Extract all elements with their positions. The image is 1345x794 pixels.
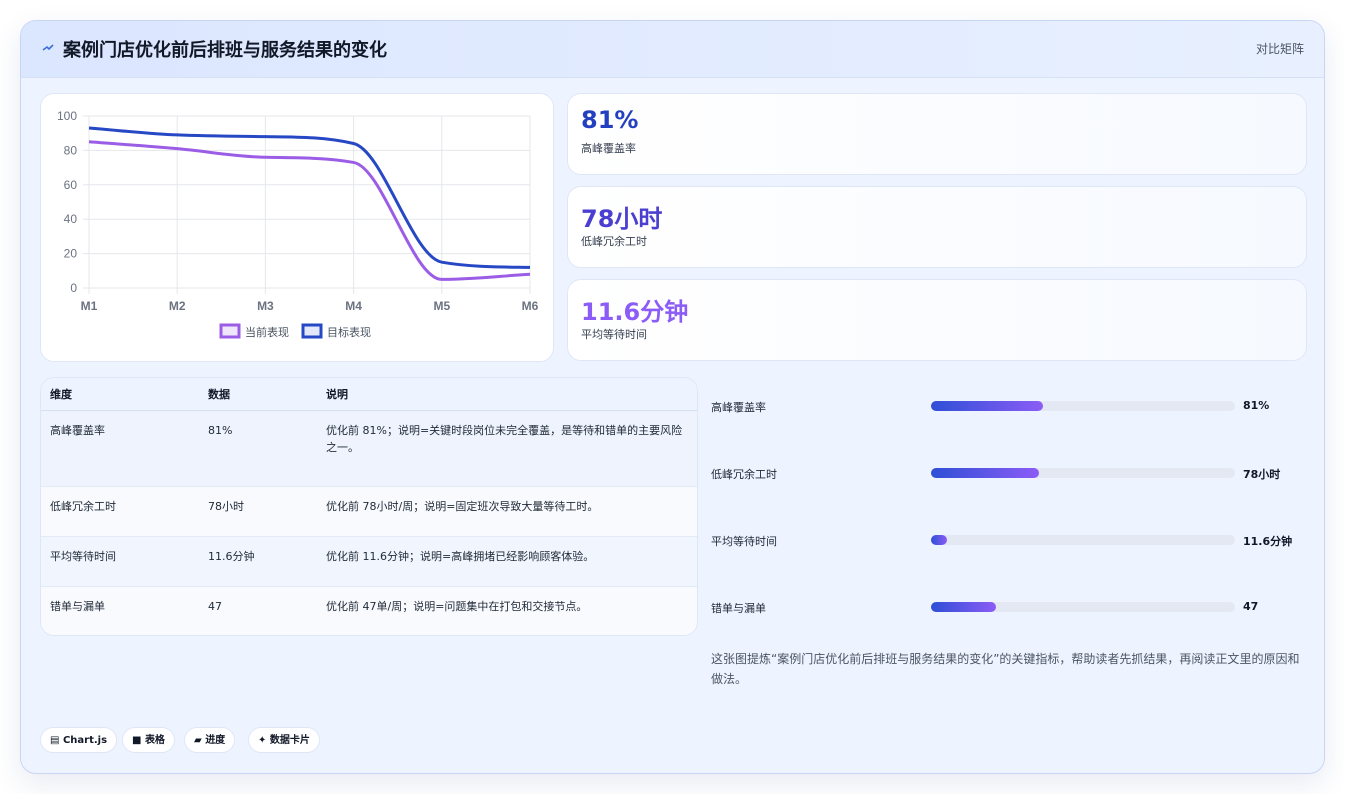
kpi-label: 低峰冗余工时	[581, 235, 647, 248]
series-line-current	[88, 140, 531, 281]
sparkle-icon: ✦	[258, 735, 267, 746]
cell-dimension: 平均等待时间	[41, 536, 199, 587]
progress-label: 平均等待时间	[711, 535, 777, 548]
kpi-label: 平均等待时间	[581, 328, 647, 341]
progress-fill	[931, 602, 997, 612]
column-header: 数据	[199, 378, 317, 411]
progress-track	[931, 602, 1235, 612]
table-header-row: 维度 数据 说明	[41, 378, 697, 411]
kpi-card-wait-time: 11.6分钟 平均等待时间	[567, 279, 1307, 361]
y-tick-label: 0	[70, 281, 77, 295]
page-title: 案例门店优化前后排班与服务结果的变化	[63, 40, 387, 61]
kpi-card-coverage: 81% 高峰覆盖率	[567, 93, 1307, 175]
progress-row-coverage: 高峰覆盖率 81%	[711, 396, 1311, 416]
cell-description: 优化前 78小时/周；说明=固定班次导致大量等待工时。	[317, 486, 697, 537]
progress-value: 78小时	[1243, 468, 1281, 481]
progress-fill	[931, 468, 1039, 478]
progress-row-wait-time: 平均等待时间 11.6分钟	[711, 530, 1311, 550]
kpi-value: 11.6分钟	[581, 298, 689, 326]
x-tick-label: M1	[81, 299, 98, 313]
cell-description: 优化前 81%；说明=关键时段岗位未完全覆盖，是等待和错单的主要风险之一。	[317, 410, 697, 487]
chart-icon: ▤	[50, 735, 60, 746]
cell-description: 优化前 47单/周；说明=问题集中在打包和交接节点。	[317, 586, 697, 635]
y-tick-label: 100	[57, 109, 77, 123]
cell-data: 78小时	[199, 486, 317, 537]
column-header: 说明	[317, 378, 697, 411]
view-tag: 对比矩阵	[1255, 42, 1304, 56]
header-bar: 案例门店优化前后排班与服务结果的变化 对比矩阵	[21, 21, 1324, 78]
data-table-card: 维度 数据 说明 高峰覆盖率 81% 优化前 81%；说明=关键时段岗位未完全覆…	[40, 377, 698, 636]
y-tick-label: 40	[64, 212, 78, 226]
table-row: 错单与漏单 47 优化前 47单/周；说明=问题集中在打包和交接节点。	[41, 586, 697, 635]
table-row: 平均等待时间 11.6分钟 优化前 11.6分钟；说明=高峰拥堵已经影响顾客体验…	[41, 536, 697, 587]
cell-dimension: 错单与漏单	[41, 586, 199, 635]
kpi-value: 78小时	[581, 205, 663, 233]
lightning-icon	[42, 44, 54, 51]
x-tick-label: M4	[345, 299, 362, 313]
progress-row-errors: 错单与漏单 47	[711, 597, 1311, 617]
report-frame: 案例门店优化前后排班与服务结果的变化 对比矩阵 0 20 40 60 80 100 M1 M2…	[20, 20, 1325, 774]
chip-label: 表格	[144, 735, 165, 746]
chip-chartjs[interactable]: ▤ Chart.js	[40, 727, 118, 753]
table-icon: ■	[132, 735, 142, 746]
chip-table[interactable]: ■ 表格	[122, 727, 175, 753]
progress-fill	[931, 401, 1044, 411]
legend-swatch	[301, 323, 323, 339]
progress-fill	[931, 535, 948, 545]
x-tick-label: M3	[257, 299, 274, 313]
line-chart-card: 0 20 40 60 80 100 M1 M2 M3 M4 M5 M6 当前表现 目标表现	[40, 93, 554, 362]
chip-label: 数据卡片	[269, 735, 310, 746]
progress-track	[931, 401, 1235, 411]
progress-track	[931, 468, 1235, 478]
progress-value: 11.6分钟	[1243, 535, 1293, 548]
progress-label: 错单与漏单	[711, 602, 766, 615]
kpi-label: 高峰覆盖率	[581, 142, 636, 155]
progress-value: 47	[1243, 600, 1259, 613]
chip-label: Chart.js	[62, 735, 108, 746]
legend-label: 目标表现	[327, 325, 371, 339]
table-row: 低峰冗余工时 78小时 优化前 78小时/周；说明=固定班次导致大量等待工时。	[41, 486, 697, 537]
column-header: 维度	[41, 378, 199, 411]
chip-label: 进度	[205, 735, 226, 746]
cell-data: 47	[199, 586, 317, 635]
cell-dimension: 高峰覆盖率	[41, 410, 199, 487]
progress-value: 81%	[1243, 399, 1270, 412]
cell-data: 11.6分钟	[199, 536, 317, 587]
y-tick-label: 20	[64, 247, 78, 261]
table-row: 高峰覆盖率 81% 优化前 81%；说明=关键时段岗位未完全覆盖，是等待和错单的…	[41, 410, 697, 487]
legend-swatch	[219, 323, 241, 339]
summary-note: 这张图提炼“案例门店优化前后排班与服务结果的变化”的关键指标，帮助读者先抓结果，…	[711, 652, 1300, 686]
progress-track	[931, 535, 1235, 545]
kpi-value: 81%	[581, 106, 639, 134]
x-tick-label: M2	[169, 299, 186, 313]
kpi-card-idle-hours: 78小时 低峰冗余工时	[567, 186, 1307, 268]
cell-data: 81%	[199, 410, 317, 487]
x-tick-label: M5	[433, 299, 450, 313]
x-tick-label: M6	[522, 299, 539, 313]
chip-progress[interactable]: ▰ 进度	[184, 727, 236, 753]
legend-label: 当前表现	[245, 325, 289, 339]
progress-row-idle-hours: 低峰冗余工时 78小时	[711, 463, 1311, 483]
progress-label: 低峰冗余工时	[711, 468, 777, 481]
series-line-target	[88, 126, 531, 269]
line-chart: 0 20 40 60 80 100 M1 M2 M3 M4 M5 M6 当前表现 目标表现	[57, 109, 539, 339]
chip-data-card[interactable]: ✦ 数据卡片	[248, 727, 320, 753]
y-tick-label: 80	[64, 143, 78, 157]
data-table: 维度 数据 说明 高峰覆盖率 81% 优化前 81%；说明=关键时段岗位未完全覆…	[41, 378, 697, 635]
progress-icon: ▰	[194, 735, 202, 746]
progress-label: 高峰覆盖率	[711, 401, 766, 414]
cell-dimension: 低峰冗余工时	[41, 486, 199, 537]
cell-description: 优化前 11.6分钟；说明=高峰拥堵已经影响顾客体验。	[317, 536, 697, 587]
y-tick-label: 60	[64, 178, 78, 192]
